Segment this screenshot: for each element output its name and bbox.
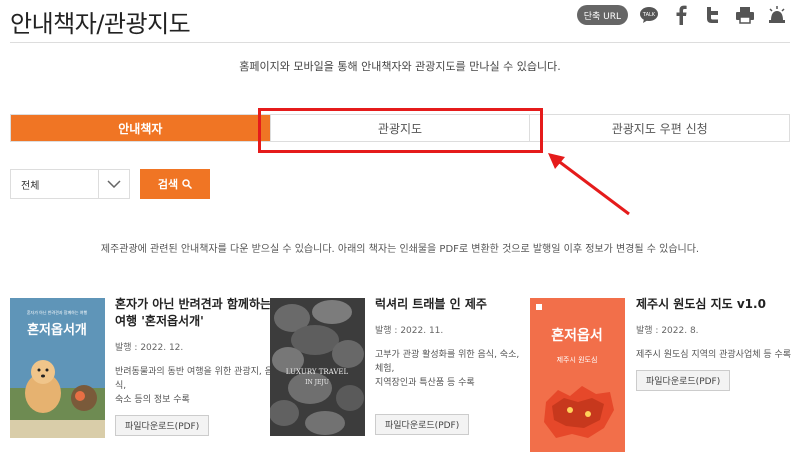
cover-subtitle: IN JEJU — [305, 379, 329, 386]
book-title-line: 럭셔리 트래블 인 제주 — [375, 297, 487, 311]
pdf-download-button[interactable]: 파일다운로드(PDF) — [375, 414, 470, 435]
header-divider — [10, 42, 790, 43]
category-select[interactable]: 전체 — [10, 169, 130, 199]
cover-title: 혼저옵서개 — [27, 322, 87, 338]
book-description: 반려동물과의 동반 여행을 위한 관광지, 음식, 숙소 등의 정보 수록 — [115, 365, 275, 407]
search-button-label: 검색 — [157, 178, 179, 191]
search-icon — [182, 179, 193, 189]
tab-map-mail-request[interactable]: 관광지도 우편 신청 — [530, 115, 790, 141]
alarm-siren-icon[interactable] — [766, 4, 788, 26]
download-notice: 제주관광에 관련된 안내책자를 다운 받으실 수 있습니다. 아래의 책자는 인… — [100, 244, 700, 255]
chevron-down-icon[interactable] — [99, 180, 129, 188]
book-date: 발행 : 2022. 12. — [115, 343, 184, 353]
tab-guidebook[interactable]: 안내책자 — [11, 115, 271, 141]
book-title[interactable]: 혼자가 아닌 반려견과 함께하는 여행 '혼저옵서개' — [115, 296, 275, 330]
facebook-icon[interactable] — [670, 4, 692, 26]
header-tools: 단축 URL TALK — [576, 4, 788, 26]
book-title-line: 혼자가 아닌 반려견과 함께하는 — [115, 297, 272, 311]
book-description: 제주시 원도심 지역의 관광사업체 등 수록 — [636, 348, 796, 362]
book-title-line: 제주시 원도심 지도 v1.0 — [636, 297, 766, 311]
book-description-line: 제주시 원도심 지역의 관광사업체 등 수록 — [636, 350, 792, 360]
select-value: 전체 — [21, 180, 40, 192]
cover-subtitle: 혼자가 아닌 반려견과 함께하는 여행 — [27, 309, 88, 315]
pdf-download-button[interactable]: 파일다운로드(PDF) — [636, 370, 731, 391]
intro-text: 홈페이지와 모바일을 통해 안내책자와 관광지도를 만나실 수 있습니다. — [239, 60, 561, 73]
book-description-line: 반려동물과의 동반 여행을 위한 관광지, 음식, — [115, 367, 273, 391]
book-cover-image[interactable]: LUXURY TRAVEL IN JEJU — [270, 298, 365, 436]
book-date: 발행 : 2022. 11. — [375, 326, 444, 336]
book-description: 고부가 관광 활성화를 위한 음식, 숙소, 체험, 지역장인과 특산품 등 수… — [375, 348, 525, 390]
book-info: 제주시 원도심 지도 v1.0 발행 : 2022. 8. 제주시 원도심 지역… — [636, 296, 796, 391]
kakao-talk-icon[interactable]: TALK — [638, 4, 660, 26]
search-row: 전체 검색 — [10, 169, 210, 199]
twitter-icon[interactable] — [702, 4, 724, 26]
book-cover-image[interactable]: 혼자가 아닌 반려견과 함께하는 여행 혼저옵서개 — [10, 298, 105, 438]
short-url-button[interactable]: 단축 URL — [576, 5, 628, 25]
book-description-line: 지역장인과 특산품 등 수록 — [375, 378, 475, 388]
book-description-line: 고부가 관광 활성화를 위한 음식, 숙소, 체험, — [375, 350, 520, 374]
book-info: 럭셔리 트래블 인 제주 발행 : 2022. 11. 고부가 관광 활성화를 … — [375, 296, 525, 435]
book-info: 혼자가 아닌 반려견과 함께하는 여행 '혼저옵서개' 발행 : 2022. 1… — [115, 296, 275, 436]
page-title: 안내책자/관광지도 — [10, 10, 191, 38]
book-title[interactable]: 럭셔리 트래블 인 제주 — [375, 296, 525, 313]
cover-title: 혼저옵서 — [551, 327, 603, 344]
print-icon[interactable] — [734, 4, 756, 26]
pdf-download-button[interactable]: 파일다운로드(PDF) — [115, 415, 210, 436]
book-description-line: 숙소 등의 정보 수록 — [115, 395, 190, 405]
cover-title: LUXURY TRAVEL — [286, 368, 349, 376]
book-title-line: 여행 '혼저옵서개' — [115, 314, 204, 328]
talk-text: TALK — [642, 12, 656, 18]
cover-subtitle: 제주시 원도심 — [557, 355, 598, 364]
book-title[interactable]: 제주시 원도심 지도 v1.0 — [636, 296, 796, 313]
book-date: 발행 : 2022. 8. — [636, 326, 699, 336]
search-button[interactable]: 검색 — [140, 169, 210, 199]
highlight-annotation-box — [258, 108, 543, 153]
annotation-arrow — [548, 153, 630, 216]
book-cover-image[interactable]: 혼저옵서 제주시 원도심 — [530, 298, 625, 452]
